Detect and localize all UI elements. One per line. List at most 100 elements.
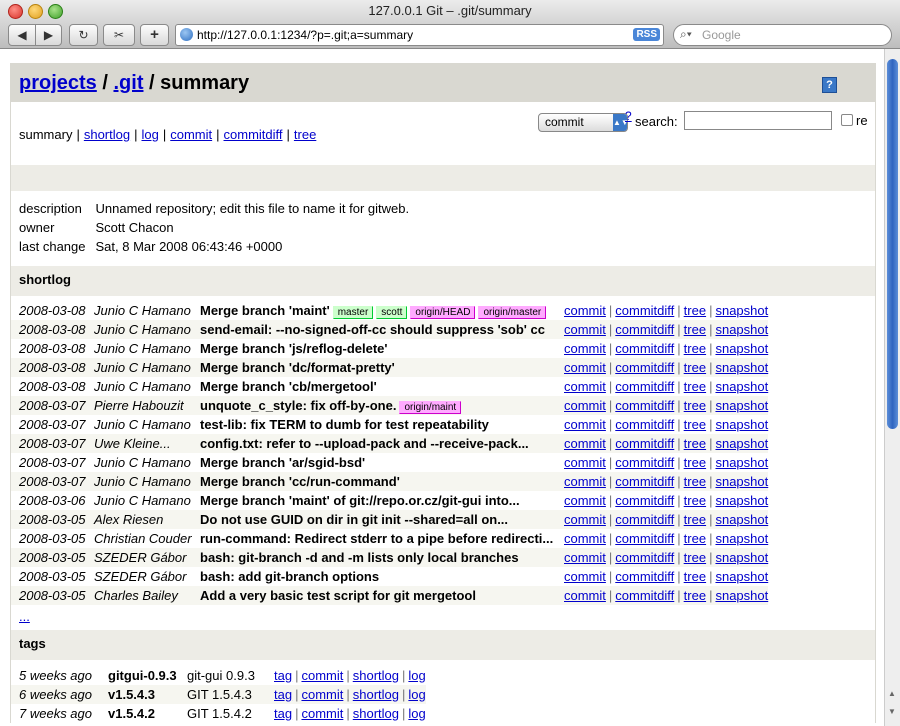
link-tree[interactable]: tree (684, 417, 706, 432)
commit-subject[interactable]: bash: add git-branch options (200, 567, 564, 586)
link-log[interactable]: log (408, 706, 425, 721)
snapback-button[interactable]: ✂ (103, 24, 135, 46)
nav-shortlog[interactable]: shortlog (84, 127, 130, 142)
link-commit[interactable]: commit (564, 474, 606, 489)
link-log[interactable]: log (408, 687, 425, 702)
link-tree[interactable]: tree (684, 360, 706, 375)
projects-link[interactable]: projects (19, 72, 97, 94)
ref-badge[interactable]: origin/HEAD (410, 306, 476, 319)
commit-subject-text[interactable]: Add a very basic test script for git mer… (200, 588, 476, 603)
link-commit[interactable]: commit (564, 360, 606, 375)
link-snapshot[interactable]: snapshot (715, 379, 768, 394)
search-help-link[interactable]: ? (625, 109, 632, 123)
ref-badge[interactable]: scott (376, 306, 408, 319)
link-snapshot[interactable]: snapshot (715, 493, 768, 508)
link-commit[interactable]: commit (564, 322, 606, 337)
commit-subject[interactable]: Merge branch 'cb/mergetool' (200, 377, 564, 396)
commit-subject-text[interactable]: Merge branch 'dc/format-pretty' (200, 360, 395, 375)
link-tree[interactable]: tree (684, 322, 706, 337)
link-log[interactable]: log (408, 668, 425, 683)
commit-subject[interactable]: Add a very basic test script for git mer… (200, 586, 564, 605)
link-commitdiff[interactable]: commitdiff (615, 341, 674, 356)
link-snapshot[interactable]: snapshot (715, 474, 768, 489)
commit-subject[interactable]: unquote_c_style: fix off-by-one. origin/m… (200, 396, 564, 415)
link-commitdiff[interactable]: commitdiff (615, 588, 674, 603)
link-tag[interactable]: tag (274, 668, 292, 683)
commit-subject-text[interactable]: bash: git-branch -d and -m lists only lo… (200, 550, 519, 565)
link-tree[interactable]: tree (684, 379, 706, 394)
link-commit[interactable]: commit (564, 493, 606, 508)
rss-button[interactable]: RSS (633, 28, 660, 41)
link-snapshot[interactable]: snapshot (715, 588, 768, 603)
tag-name[interactable]: v1.5.4.3 (108, 685, 187, 704)
zoom-window-button[interactable] (48, 4, 63, 19)
commit-subject[interactable]: test-lib: fix TERM to dumb for test repe… (200, 415, 564, 434)
scroll-up-arrow-icon[interactable]: ▲ (888, 689, 896, 698)
link-tag[interactable]: tag (274, 687, 292, 702)
commit-subject[interactable]: Merge branch 'cc/run-command' (200, 472, 564, 491)
commit-subject-text[interactable]: Do not use GUID on dir in git init --sha… (200, 512, 508, 527)
commit-subject[interactable]: send-email: --no-signed-off-cc should su… (200, 320, 564, 339)
close-window-button[interactable] (8, 4, 23, 19)
scrollbar-thumb[interactable] (887, 59, 898, 429)
link-tree[interactable]: tree (684, 550, 706, 565)
commit-subject-text[interactable]: Merge branch 'js/reflog-delete' (200, 341, 388, 356)
link-commitdiff[interactable]: commitdiff (615, 379, 674, 394)
link-snapshot[interactable]: snapshot (715, 569, 768, 584)
link-commitdiff[interactable]: commitdiff (615, 474, 674, 489)
link-snapshot[interactable]: snapshot (715, 550, 768, 565)
commit-subject-text[interactable]: Merge branch 'maint' of git://repo.or.cz… (200, 493, 520, 508)
shortlog-header[interactable]: shortlog (11, 266, 875, 296)
commit-subject[interactable]: bash: git-branch -d and -m lists only lo… (200, 548, 564, 567)
search-type-select[interactable]: commit ▲▼ (538, 113, 629, 132)
link-tree[interactable]: tree (684, 569, 706, 584)
link-tree[interactable]: tree (684, 341, 706, 356)
search-input[interactable] (684, 111, 832, 130)
minimize-window-button[interactable] (28, 4, 43, 19)
link-commit[interactable]: commit (301, 687, 343, 702)
link-commit[interactable]: commit (301, 668, 343, 683)
commit-subject-text[interactable]: test-lib: fix TERM to dumb for test repe… (200, 417, 489, 432)
commit-subject[interactable]: Merge branch 'maint' of git://repo.or.cz… (200, 491, 564, 510)
link-snapshot[interactable]: snapshot (715, 341, 768, 356)
commit-subject-text[interactable]: run-command: Redirect stderr to a pipe b… (200, 531, 553, 546)
more-link[interactable]: ... (19, 609, 30, 624)
commit-subject[interactable]: Merge branch 'dc/format-pretty' (200, 358, 564, 377)
nav-tree[interactable]: tree (294, 127, 316, 142)
link-commit[interactable]: commit (564, 455, 606, 470)
link-snapshot[interactable]: snapshot (715, 360, 768, 375)
commit-subject-text[interactable]: bash: add git-branch options (200, 569, 379, 584)
link-commitdiff[interactable]: commitdiff (615, 531, 674, 546)
link-tree[interactable]: tree (684, 398, 706, 413)
link-commit[interactable]: commit (564, 379, 606, 394)
link-snapshot[interactable]: snapshot (715, 512, 768, 527)
add-bookmark-button[interactable]: + (140, 24, 169, 46)
ref-badge[interactable]: origin/maint (399, 401, 462, 414)
commit-subject-text[interactable]: Merge branch 'ar/sgid-bsd' (200, 455, 365, 470)
ref-badge[interactable]: master (332, 306, 374, 319)
link-commitdiff[interactable]: commitdiff (615, 455, 674, 470)
link-commit[interactable]: commit (564, 398, 606, 413)
web-search-field[interactable]: ⌕▾ Google (673, 24, 892, 46)
link-commit[interactable]: commit (564, 531, 606, 546)
link-commit[interactable]: commit (301, 706, 343, 721)
link-commit[interactable]: commit (564, 550, 606, 565)
link-tree[interactable]: tree (684, 474, 706, 489)
commit-subject[interactable]: Do not use GUID on dir in git init --sha… (200, 510, 564, 529)
link-snapshot[interactable]: snapshot (715, 398, 768, 413)
url-text[interactable]: http://127.0.0.1:1234/?p=.git;a=summary (197, 25, 413, 45)
address-bar[interactable]: http://127.0.0.1:1234/?p=.git;a=summary … (175, 24, 664, 46)
link-commit[interactable]: commit (564, 417, 606, 432)
nav-log[interactable]: log (141, 127, 158, 142)
link-commitdiff[interactable]: commitdiff (615, 550, 674, 565)
link-shortlog[interactable]: shortlog (353, 668, 399, 683)
link-commitdiff[interactable]: commitdiff (615, 436, 674, 451)
regex-checkbox[interactable] (841, 114, 853, 126)
link-tree[interactable]: tree (684, 303, 706, 318)
link-snapshot[interactable]: snapshot (715, 455, 768, 470)
reload-button[interactable]: ↻ (69, 24, 98, 46)
link-snapshot[interactable]: snapshot (715, 322, 768, 337)
link-commitdiff[interactable]: commitdiff (615, 512, 674, 527)
commit-subject-text[interactable]: Merge branch 'cc/run-command' (200, 474, 400, 489)
commit-subject-text[interactable]: config.txt: refer to --upload-pack and -… (200, 436, 529, 451)
